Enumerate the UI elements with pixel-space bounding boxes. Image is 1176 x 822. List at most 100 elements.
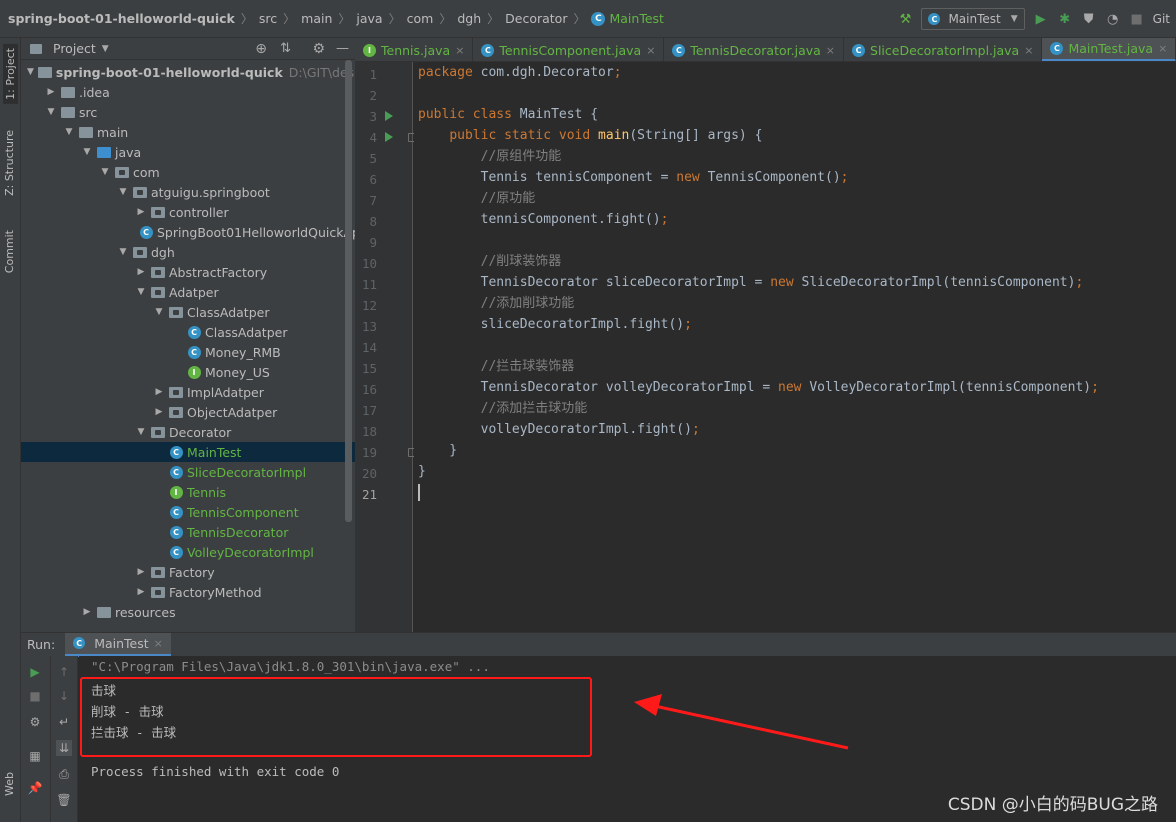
editor-tab[interactable]: C SliceDecoratorImpl.java × bbox=[844, 38, 1043, 61]
tree-item[interactable]: ▶ resources bbox=[21, 602, 355, 622]
tree-item[interactable]: C TennisComponent bbox=[21, 502, 355, 522]
breadcrumb-dgh[interactable]: dgh bbox=[457, 11, 481, 26]
tree-item[interactable]: ▼ com bbox=[21, 162, 355, 182]
rerun-icon[interactable]: ▶ bbox=[27, 664, 43, 680]
tree-item[interactable]: C TennisDecorator bbox=[21, 522, 355, 542]
tree-item[interactable]: ▼ Adatper bbox=[21, 282, 355, 302]
expand-right-icon[interactable]: ▶ bbox=[45, 87, 57, 97]
git-label[interactable]: Git bbox=[1153, 12, 1170, 26]
project-tree-scrollbar[interactable] bbox=[345, 60, 352, 522]
expand-down-icon[interactable]: ▼ bbox=[135, 287, 147, 297]
pin-icon[interactable]: 📌 bbox=[27, 780, 43, 796]
breadcrumb-com[interactable]: com bbox=[407, 11, 434, 26]
expand-down-icon[interactable]: ▼ bbox=[45, 107, 57, 117]
expand-right-icon[interactable]: ▶ bbox=[135, 207, 147, 217]
expand-right-icon[interactable]: ▶ bbox=[135, 267, 147, 277]
expand-down-icon[interactable]: ▼ bbox=[81, 147, 93, 157]
breadcrumb-project[interactable]: spring-boot-01-helloworld-quick bbox=[8, 11, 235, 26]
line-number: 11 bbox=[361, 277, 377, 292]
tree-item[interactable]: C VolleyDecoratorImpl bbox=[21, 542, 355, 562]
build-hammer-icon[interactable]: ⚒ bbox=[897, 11, 913, 27]
close-icon[interactable]: × bbox=[154, 637, 163, 650]
expand-right-icon[interactable]: ▶ bbox=[81, 607, 93, 617]
tree-item[interactable]: ▼ ClassAdatper bbox=[21, 302, 355, 322]
tree-item[interactable]: C MainTest bbox=[21, 442, 355, 462]
locate-target-icon[interactable]: ⊕ bbox=[255, 41, 267, 57]
debug-bug-icon[interactable]: ✱ bbox=[1057, 11, 1073, 27]
tree-item[interactable]: ▼ Decorator bbox=[21, 422, 355, 442]
profile-icon[interactable]: ◔ bbox=[1105, 11, 1121, 27]
close-icon[interactable]: × bbox=[826, 44, 835, 57]
trash-icon[interactable]: 🗑 bbox=[56, 792, 72, 808]
editor-tab[interactable]: I Tennis.java × bbox=[355, 38, 474, 61]
tree-item[interactable]: C SpringBoot01HelloworldQuickAp bbox=[21, 222, 355, 242]
expand-down-icon[interactable]: ▼ bbox=[99, 167, 111, 177]
chevron-down-icon[interactable]: ▼ bbox=[102, 44, 109, 54]
tree-item[interactable]: ▼ main bbox=[21, 122, 355, 142]
tree-item[interactable]: ▼ dgh bbox=[21, 242, 355, 262]
close-icon[interactable]: × bbox=[646, 44, 655, 57]
expand-down-icon[interactable]: ▼ bbox=[63, 127, 75, 137]
down-arrow-icon[interactable]: ↓ bbox=[56, 688, 72, 704]
expand-right-icon[interactable]: ▶ bbox=[153, 407, 165, 417]
hide-panel-icon[interactable]: — bbox=[336, 41, 349, 56]
scroll-to-end-icon[interactable]: ⇊ bbox=[56, 740, 72, 756]
tree-item[interactable]: ▶ .idea bbox=[21, 82, 355, 102]
close-icon[interactable]: × bbox=[1024, 44, 1033, 57]
tree-item[interactable]: ▶ FactoryMethod bbox=[21, 582, 355, 602]
tree-item[interactable]: ▶ Factory bbox=[21, 562, 355, 582]
tree-item[interactable]: ▶ controller bbox=[21, 202, 355, 222]
code-editor[interactable]: package com.dgh.Decorator; public class M… bbox=[414, 62, 1176, 632]
settings-icon[interactable]: ⚙ bbox=[27, 714, 43, 730]
web-tool-tab[interactable]: Web bbox=[3, 772, 16, 796]
breadcrumb-current-file[interactable]: C MainTest bbox=[591, 11, 664, 26]
run-configuration-select[interactable]: C MainTest ▼ bbox=[921, 8, 1025, 30]
expand-right-icon[interactable]: ▶ bbox=[135, 567, 147, 577]
tree-item[interactable]: ▼ atguigu.springboot bbox=[21, 182, 355, 202]
tree-item[interactable]: ▶ AbstractFactory bbox=[21, 262, 355, 282]
tree-item[interactable]: I Tennis bbox=[21, 482, 355, 502]
breadcrumb-decorator[interactable]: Decorator bbox=[505, 11, 567, 26]
stop-icon[interactable]: ■ bbox=[27, 688, 43, 704]
breadcrumb-main[interactable]: main bbox=[301, 11, 332, 26]
up-arrow-icon[interactable]: ↑ bbox=[56, 664, 72, 680]
soft-wrap-icon[interactable]: ↵ bbox=[56, 714, 72, 730]
project-panel-title[interactable]: Project bbox=[53, 41, 96, 56]
tree-item[interactable]: ▶ ImplAdatper bbox=[21, 382, 355, 402]
tree-item[interactable]: C Money_RMB bbox=[21, 342, 355, 362]
tree-item[interactable]: I Money_US bbox=[21, 362, 355, 382]
editor-tab[interactable]: C MainTest.java × bbox=[1042, 38, 1176, 61]
expand-down-icon[interactable]: ▼ bbox=[153, 307, 165, 317]
project-tool-tab[interactable]: 1: Project bbox=[3, 44, 18, 104]
tree-item[interactable]: C ClassAdatper bbox=[21, 322, 355, 342]
run-gutter-icon[interactable] bbox=[385, 111, 393, 121]
expand-right-icon[interactable]: ▶ bbox=[135, 587, 147, 597]
layout-icon[interactable]: ▦ bbox=[27, 748, 43, 764]
close-icon[interactable]: × bbox=[1158, 42, 1167, 55]
run-gutter-icon[interactable] bbox=[385, 132, 393, 142]
breadcrumb-src[interactable]: src bbox=[259, 11, 277, 26]
collapse-all-icon[interactable]: ⇅ bbox=[280, 41, 291, 56]
tree-item[interactable]: ▼ src bbox=[21, 102, 355, 122]
coverage-shield-icon[interactable]: ⛊ bbox=[1081, 11, 1097, 27]
run-tab-maintest[interactable]: C MainTest × bbox=[65, 632, 171, 657]
expand-down-icon[interactable]: ▼ bbox=[135, 427, 147, 437]
print-icon[interactable]: ⎙ bbox=[56, 766, 72, 782]
close-icon[interactable]: × bbox=[455, 44, 464, 57]
commit-tool-tab[interactable]: Commit bbox=[3, 230, 16, 273]
expand-down-icon[interactable]: ▼ bbox=[117, 187, 129, 197]
tree-item[interactable]: ▶ ObjectAdatper bbox=[21, 402, 355, 422]
editor-tab[interactable]: C TennisComponent.java × bbox=[473, 38, 665, 61]
structure-tool-tab[interactable]: Z: Structure bbox=[3, 130, 16, 196]
run-icon[interactable]: ▶ bbox=[1033, 11, 1049, 27]
expand-right-icon[interactable]: ▶ bbox=[153, 387, 165, 397]
tree-item[interactable]: C SliceDecoratorImpl bbox=[21, 462, 355, 482]
editor-tab[interactable]: C TennisDecorator.java × bbox=[664, 38, 845, 61]
expand-down-icon[interactable]: ▼ bbox=[117, 247, 129, 257]
stop-icon[interactable]: ■ bbox=[1129, 11, 1145, 27]
gear-icon[interactable]: ⚙ bbox=[312, 41, 325, 57]
tree-item[interactable]: ▼ spring-boot-01-helloworld-quick D:\GIT\d… bbox=[21, 62, 355, 82]
breadcrumb-java[interactable]: java bbox=[356, 11, 382, 26]
tree-item[interactable]: ▼ java bbox=[21, 142, 355, 162]
expand-down-icon[interactable]: ▼ bbox=[27, 67, 34, 77]
